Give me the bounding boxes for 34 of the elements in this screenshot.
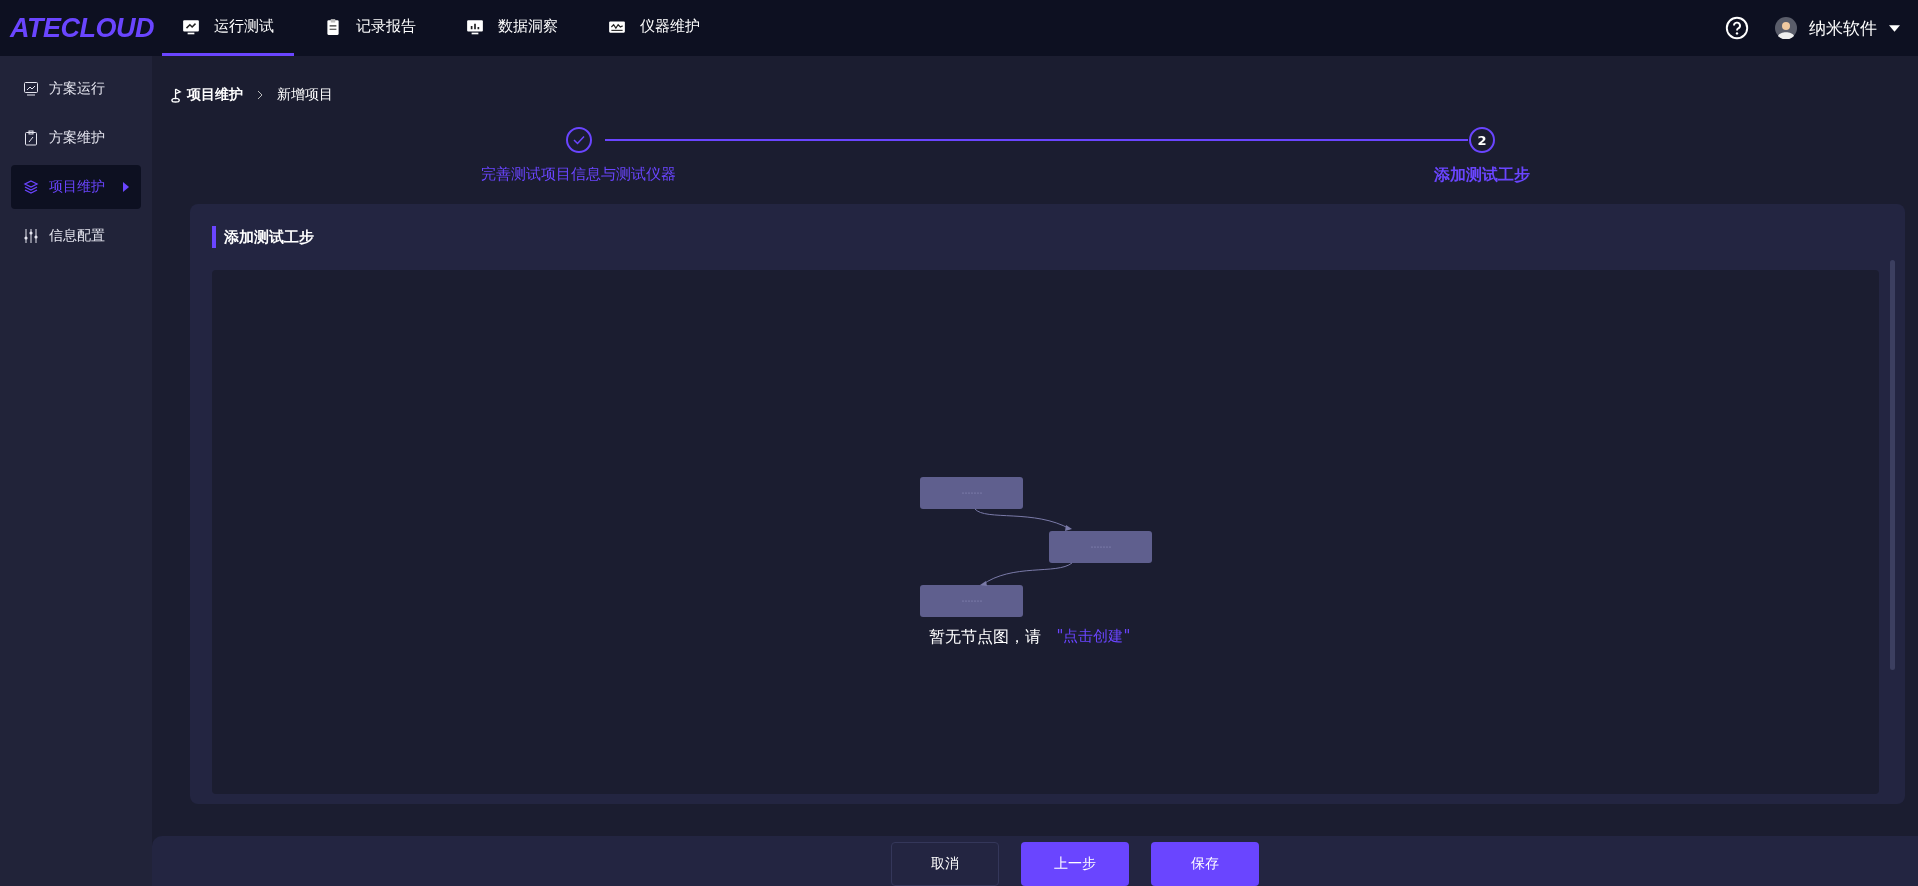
- previous-button[interactable]: 上一步: [1021, 842, 1129, 886]
- clipboard-icon: [23, 130, 39, 146]
- step-label: 添加测试工步: [1434, 165, 1530, 186]
- nav-tab[interactable]: 数据洞察: [446, 0, 578, 56]
- chevron-icon: [257, 90, 263, 100]
- check-icon: [572, 135, 585, 145]
- chart-icon: [466, 17, 484, 36]
- avatar-icon: [1775, 17, 1797, 39]
- nav-tab[interactable]: 运行测试: [162, 0, 294, 56]
- user-name[interactable]: 纳米软件: [1809, 16, 1877, 40]
- sliders-icon: [23, 228, 39, 244]
- empty-message: 暂无节点图，请: [928, 626, 1041, 648]
- sidebar-item[interactable]: 项目维护: [11, 165, 141, 209]
- caret-icon[interactable]: [1889, 24, 1900, 32]
- clipboard-icon: [324, 17, 342, 36]
- scrollbar[interactable]: [1890, 260, 1895, 671]
- sidebar-item[interactable]: 方案维护: [11, 116, 141, 160]
- cancel-button[interactable]: 取消: [891, 842, 999, 886]
- breadcrumb-link[interactable]: 项目维护: [187, 86, 243, 104]
- save-button[interactable]: 保存: [1151, 842, 1259, 886]
- sidebar-item[interactable]: 方案运行: [11, 67, 141, 111]
- layers-icon: [23, 179, 39, 195]
- breadcrumb-current: 新增项目: [277, 86, 333, 104]
- step-indicator: 2: [1469, 127, 1495, 153]
- monitor-icon: [182, 17, 200, 36]
- step-label: 完善测试项目信息与测试仪器: [481, 165, 676, 184]
- expand-arrow-icon: [123, 182, 129, 192]
- nav-tab[interactable]: 仪器维护: [588, 0, 720, 56]
- nav-tab[interactable]: 记录报告: [304, 0, 436, 56]
- sidebar-item[interactable]: 信息配置: [11, 214, 141, 258]
- help-icon[interactable]: [1725, 16, 1749, 40]
- panel-title: 添加测试工步: [212, 226, 1879, 249]
- chart-icon: [23, 81, 39, 97]
- flag-icon: [170, 87, 183, 103]
